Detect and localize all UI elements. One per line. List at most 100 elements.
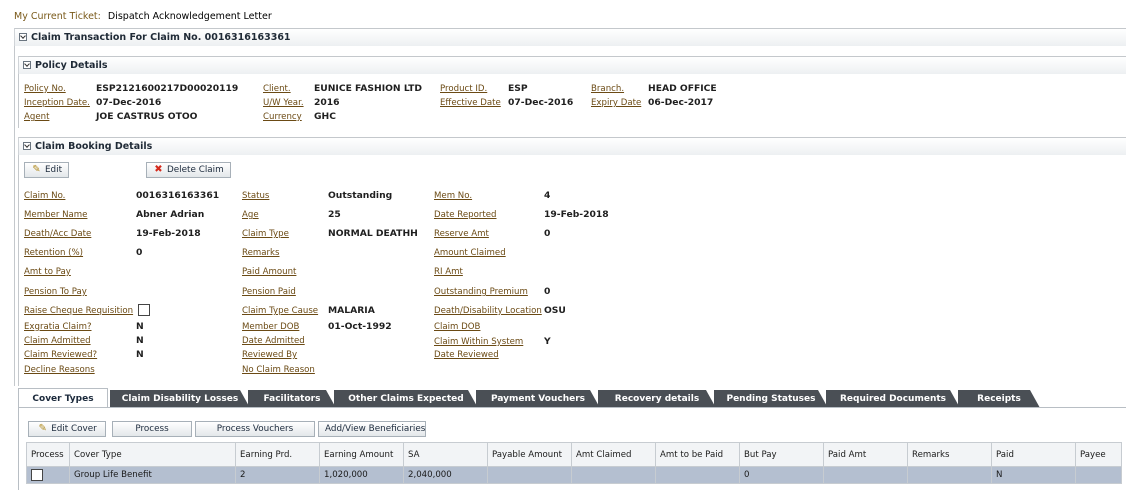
collapse-icon[interactable] (23, 60, 31, 69)
column-header[interactable]: Payable Amount (487, 442, 572, 467)
current-ticket-value: Dispatch Acknowledgement Letter (107, 11, 272, 22)
column-header[interactable]: SA (403, 442, 488, 467)
pension-paid-label[interactable]: Pension Paid (242, 286, 296, 298)
raise-cheque-label[interactable]: Raise Cheque Requisition (24, 305, 133, 317)
uw-year-label[interactable]: U/W Year. (263, 97, 304, 109)
raise-cheque-checkbox[interactable] (138, 304, 150, 316)
tab-facilitators[interactable]: Facilitators (248, 390, 336, 408)
reserve-amt-label[interactable]: Reserve Amt (434, 228, 489, 240)
claim-booking-header[interactable]: Claim Booking Details (18, 137, 1126, 155)
claim-reviewed-value: N (136, 349, 144, 360)
retention-value: 0 (136, 247, 143, 258)
exgratia-claim-label[interactable]: Exgratia Claim? (24, 321, 92, 333)
member-name-value: Abner Adrian (136, 209, 205, 220)
table-row[interactable]: Group Life Benefit 2 1,020,000 2,040,000… (26, 466, 1122, 484)
delete-claim-button[interactable]: ✖ Delete Claim (146, 162, 231, 178)
policy-details-header[interactable]: Policy Details (18, 56, 1126, 74)
member-dob-label[interactable]: Member DOB (242, 321, 299, 333)
column-header[interactable]: Amt Claimed (571, 442, 656, 467)
status-label[interactable]: Status (242, 190, 269, 202)
remarks-label[interactable]: Remarks (242, 247, 280, 259)
product-id-label[interactable]: Product ID. (440, 83, 487, 95)
date-admitted-label[interactable]: Date Admitted (242, 335, 305, 347)
pension-to-pay-label[interactable]: Pension To Pay (24, 286, 87, 298)
claim-transaction-header[interactable]: Claim Transaction For Claim No. 00163161… (14, 28, 1126, 46)
process-checkbox[interactable] (31, 469, 43, 481)
effective-date-label[interactable]: Effective Date (440, 97, 501, 109)
inception-date-label[interactable]: Inception Date. (24, 97, 90, 109)
claim-type-label[interactable]: Claim Type (242, 228, 289, 240)
claim-no-label[interactable]: Claim No. (24, 190, 65, 202)
column-header[interactable]: Amt to be Paid (655, 442, 740, 467)
column-header[interactable]: Process (26, 442, 70, 467)
policy-no-label[interactable]: Policy No. (24, 83, 66, 95)
claim-dob-label[interactable]: Claim DOB (434, 321, 480, 333)
date-reported-label[interactable]: Date Reported (434, 209, 497, 221)
collapse-icon[interactable] (23, 141, 31, 150)
tab-claim-disability-losses[interactable]: Claim Disability Losses (110, 390, 250, 408)
tab-pending-statuses[interactable]: Pending Statuses (714, 390, 828, 408)
collapse-icon[interactable] (19, 32, 27, 41)
cover-types-table: Process Cover Type Earning Prd. Earning … (26, 442, 1122, 484)
retention-label[interactable]: Retention (%) (24, 247, 83, 259)
mem-no-label[interactable]: Mem No. (434, 190, 472, 202)
member-name-label[interactable]: Member Name (24, 209, 87, 221)
age-value: 25 (328, 209, 341, 220)
inception-date-value: 07-Dec-2016 (96, 97, 162, 108)
table-header-row: Process Cover Type Earning Prd. Earning … (26, 442, 1122, 467)
tab-recovery-details[interactable]: Recovery details (598, 390, 716, 408)
expiry-date-label[interactable]: Expiry Date (591, 97, 641, 109)
age-label[interactable]: Age (242, 209, 259, 221)
branch-label[interactable]: Branch. (591, 83, 624, 95)
process-vouchers-button[interactable]: Process Vouchers (195, 421, 315, 437)
claim-reviewed-label[interactable]: Claim Reviewed? (24, 349, 97, 361)
column-header[interactable]: Earning Amount (319, 442, 404, 467)
claim-no-value: 0016316163361 (136, 190, 220, 201)
claim-admitted-label[interactable]: Claim Admitted (24, 335, 91, 347)
tab-cover-types[interactable]: Cover Types (18, 388, 108, 408)
column-header[interactable]: But Pay (739, 442, 824, 467)
column-header[interactable]: Paid Amt (823, 442, 908, 467)
outstanding-premium-label[interactable]: Outstanding Premium (434, 286, 528, 298)
amt-to-pay-label[interactable]: Amt to Pay (24, 266, 71, 278)
edit-button[interactable]: ✎ Edit (24, 162, 70, 178)
claim-tabs: Cover Types Claim Disability Losses Faci… (18, 388, 1126, 408)
column-header[interactable]: Paid (991, 442, 1076, 467)
tab-payment-vouchers[interactable]: Payment Vouchers (476, 390, 600, 408)
outstanding-premium-value: 0 (544, 286, 551, 297)
tab-other-claims-expected[interactable]: Other Claims Expected (334, 390, 478, 408)
agent-label[interactable]: Agent (24, 111, 49, 123)
currency-label[interactable]: Currency (263, 111, 302, 123)
column-header[interactable]: Cover Type (69, 442, 236, 467)
amount-claimed-label[interactable]: Amount Claimed (434, 247, 506, 259)
edit-cover-button[interactable]: ✎ Edit Cover (28, 421, 106, 437)
date-reviewed-label[interactable]: Date Reviewed (434, 349, 499, 361)
column-header[interactable]: Remarks (907, 442, 992, 467)
table-cell (823, 466, 908, 484)
no-claim-reason-label[interactable]: No Claim Reason (242, 364, 315, 376)
tab-receipts[interactable]: Receipts (958, 390, 1040, 408)
client-label[interactable]: Client. (263, 83, 291, 95)
death-location-label[interactable]: Death/Disability Location (434, 305, 542, 317)
claim-transaction-title: Claim Transaction For Claim No. 00163161… (31, 32, 291, 43)
reviewed-by-label[interactable]: Reviewed By (242, 349, 297, 361)
exgratia-claim-value: N (136, 321, 144, 332)
process-button[interactable]: Process (112, 421, 192, 437)
table-cell (655, 466, 740, 484)
status-value: Outstanding (328, 190, 393, 201)
column-header[interactable]: Payee (1075, 442, 1122, 467)
claim-within-system-label[interactable]: Claim Within System (434, 336, 523, 348)
add-view-beneficiaries-button[interactable]: Add/View Beneficiaries (318, 421, 426, 437)
table-cell: N (991, 466, 1076, 484)
table-cell: Group Life Benefit (69, 466, 236, 484)
decline-reasons-label[interactable]: Decline Reasons (24, 364, 95, 376)
delete-icon: ✖ (154, 164, 163, 175)
ri-amt-label[interactable]: RI Amt (434, 266, 463, 278)
column-header[interactable]: Earning Prd. (235, 442, 320, 467)
paid-amount-label[interactable]: Paid Amount (242, 266, 296, 278)
table-cell: 0 (739, 466, 824, 484)
death-acc-date-label[interactable]: Death/Acc Date (24, 228, 91, 240)
tab-required-documents[interactable]: Required Documents (826, 390, 960, 408)
table-cell (907, 466, 992, 484)
claim-type-cause-label[interactable]: Claim Type Cause (242, 305, 318, 317)
